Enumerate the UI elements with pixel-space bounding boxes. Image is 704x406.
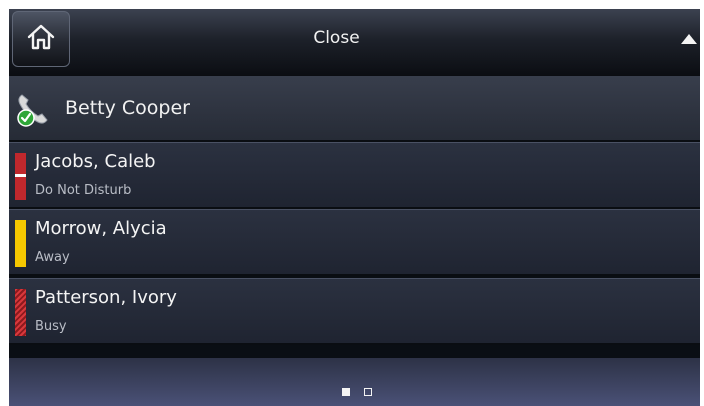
page-dot-2[interactable] <box>364 388 372 396</box>
line-key-betty-cooper[interactable]: Betty Cooper <box>9 76 700 142</box>
contact-status: Busy <box>35 319 67 334</box>
dnd-status-icon <box>15 153 26 200</box>
phone-screen: Close Betty Cooper Jacobs, Caleb Do Not … <box>9 9 700 406</box>
contact-name: Morrow, Alycia <box>35 218 167 239</box>
dnd-bar-line <box>15 174 26 177</box>
away-status-icon <box>15 220 26 267</box>
phone-handset-registered-icon <box>13 89 53 129</box>
contact-name: Jacobs, Caleb <box>35 151 156 172</box>
page-indicator <box>342 388 372 398</box>
header-bar: Close <box>9 9 700 76</box>
footer-bar <box>9 358 700 406</box>
line-name: Betty Cooper <box>65 97 190 119</box>
page-dot-1[interactable] <box>342 388 350 396</box>
contact-status: Away <box>35 250 70 265</box>
contact-row-patterson-ivory[interactable]: Patterson, Ivory Busy <box>9 278 700 345</box>
contact-row-jacobs-caleb[interactable]: Jacobs, Caleb Do Not Disturb <box>9 142 700 209</box>
busy-status-icon <box>15 289 26 336</box>
contact-name: Patterson, Ivory <box>35 287 177 308</box>
contact-row-morrow-alycia[interactable]: Morrow, Alycia Away <box>9 209 700 276</box>
close-button[interactable]: Close <box>9 9 664 67</box>
triangle-up-icon[interactable] <box>680 32 698 46</box>
contact-status: Do Not Disturb <box>35 183 132 198</box>
